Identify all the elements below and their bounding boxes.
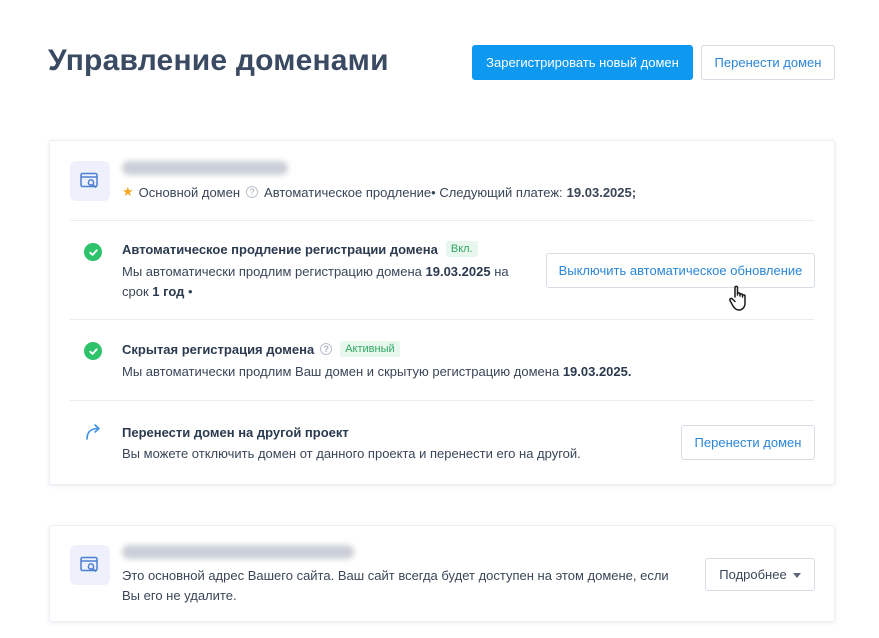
transfer-description: Вы можете отключить домен от данного про… xyxy=(122,444,662,464)
auto-renew-text-post: • xyxy=(188,284,193,299)
privacy-description: Мы автоматически продлим Ваш домен и скр… xyxy=(122,362,682,382)
secondary-text-line2: Вы его не удалите. xyxy=(122,588,237,603)
auto-renew-date: 19.03.2025 xyxy=(425,264,491,279)
auto-renew-term: 1 год xyxy=(152,284,185,299)
disable-auto-renew-button[interactable]: Выключить автоматическое обновление xyxy=(546,253,815,288)
primary-domain-card: ★ Основной домен ? Автоматическое продле… xyxy=(49,140,835,485)
domain-name-hidden xyxy=(122,545,354,559)
primary-domain-label: Основной домен xyxy=(138,184,241,200)
transfer-domain-button[interactable]: Перенести домен xyxy=(701,45,835,80)
privacy-date: 19.03.2025. xyxy=(562,364,632,379)
check-circle-icon xyxy=(84,342,102,360)
more-dropdown-button[interactable]: Подробнее xyxy=(705,558,815,591)
transfer-text: Вы можете отключить домен от данного про… xyxy=(122,446,581,461)
share-arrow-icon xyxy=(86,424,100,440)
secondary-text-line1: Это основной адрес Вашего сайта. Ваш сай… xyxy=(122,568,669,583)
auto-renew-text-mid: на xyxy=(494,264,509,279)
auto-renew-title: Автоматическое продление регистрации дом… xyxy=(122,241,478,257)
divider xyxy=(70,220,814,221)
star-icon: ★ xyxy=(122,184,134,199)
auto-renew-title-text: Автоматическое продление регистрации дом… xyxy=(122,241,438,257)
auto-renew-meta: Автоматическое продление• Следующий плат… xyxy=(264,184,563,200)
secondary-domain-description: Это основной адрес Вашего сайта. Ваш сай… xyxy=(122,566,692,606)
privacy-title: Скрытая регистрация домена ? Активный xyxy=(122,341,400,357)
auto-renew-description: Мы автоматически продлим регистрацию дом… xyxy=(122,262,542,302)
check-circle-icon xyxy=(84,243,102,261)
status-badge: Вкл. xyxy=(445,241,478,257)
divider xyxy=(70,319,814,320)
transfer-title: Перенести домен на другой проект xyxy=(122,425,349,440)
privacy-text-pre: Мы автоматически продлим Ваш домен и скр… xyxy=(122,364,560,379)
more-button-label: Подробнее xyxy=(719,567,787,582)
question-circle-icon[interactable]: ? xyxy=(320,343,333,355)
next-payment-date: 19.03.2025; xyxy=(566,184,637,200)
domain-name-hidden xyxy=(122,161,288,175)
transfer-domain-row-button[interactable]: Перенести домен xyxy=(681,425,815,460)
status-badge: Активный xyxy=(340,341,400,357)
register-domain-button[interactable]: Зарегистрировать новый домен xyxy=(472,45,693,80)
privacy-title-text: Скрытая регистрация домена xyxy=(122,341,315,357)
divider xyxy=(70,400,814,401)
domain-search-icon xyxy=(70,161,110,201)
secondary-domain-card: Это основной адрес Вашего сайта. Ваш сай… xyxy=(49,525,835,622)
auto-renew-text-pre: Мы автоматически продлим регистрацию дом… xyxy=(122,264,422,279)
page-title: Управление доменами xyxy=(48,44,389,77)
chevron-down-icon xyxy=(792,573,801,579)
auto-renew-text-term: срок xyxy=(122,284,149,299)
domain-search-icon xyxy=(70,545,110,585)
transfer-title-text: Перенести домен на другой проект xyxy=(122,425,349,440)
domain-meta: ★ Основной домен ? Автоматическое продле… xyxy=(122,184,636,200)
question-circle-icon[interactable]: ? xyxy=(246,186,259,198)
hand-pointer-icon xyxy=(729,285,746,311)
